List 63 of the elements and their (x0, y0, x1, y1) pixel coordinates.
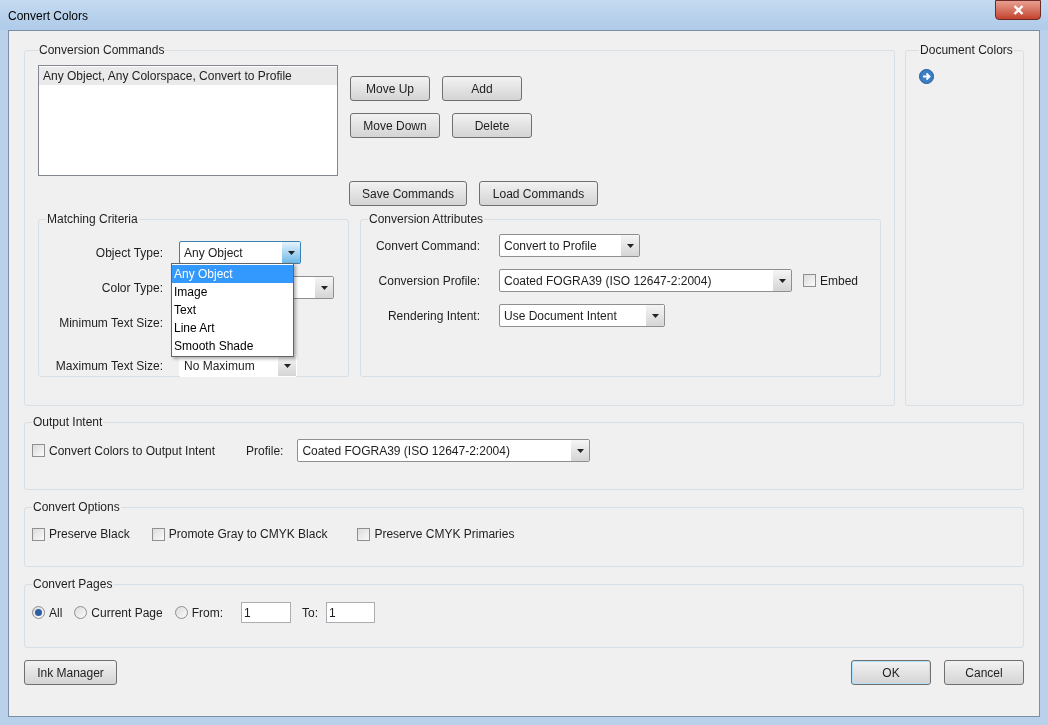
checkbox[interactable] (151, 527, 165, 541)
caret-icon (287, 250, 295, 255)
caret-icon (778, 278, 786, 283)
checkbox-label[interactable]: Preserve Black (49, 525, 130, 543)
group-title: Convert Pages (32, 576, 114, 593)
delete-button[interactable]: Delete (452, 113, 532, 138)
group-title: Output Intent (32, 414, 104, 431)
ok-button[interactable]: OK (851, 660, 931, 685)
dropdown-option[interactable]: Text (172, 301, 293, 319)
checkbox-label[interactable]: Promote Gray to CMYK Black (168, 525, 328, 543)
dropdown-option[interactable]: Image (172, 283, 293, 301)
radio-label[interactable]: Current Page (91, 603, 163, 622)
group-title: Convert Options (32, 499, 121, 516)
radio-label[interactable]: All (49, 603, 63, 622)
cancel-button[interactable]: Cancel (944, 660, 1024, 685)
checkbox[interactable] (357, 527, 371, 541)
caret-icon (626, 243, 634, 248)
dropdown-option[interactable]: Smooth Shade (172, 337, 293, 355)
caret-icon (576, 448, 584, 453)
field-label: Maximum Text Size: (54, 357, 163, 375)
field-label: Object Type: (94, 244, 163, 262)
group-title: Conversion Commands (38, 42, 166, 59)
add-button[interactable]: Add (442, 76, 522, 101)
dropdown[interactable]: Coated FOGRA39 (ISO 12647-2:2004) (499, 269, 792, 292)
checkbox-label[interactable]: Convert Colors to Output Intent (49, 441, 216, 460)
from-field[interactable]: 1 (241, 602, 292, 623)
dropdown[interactable]: Use Document Intent (499, 304, 665, 327)
radio-button[interactable] (174, 606, 188, 619)
dropdown[interactable]: Convert to Profile (499, 234, 640, 257)
window-title: Convert Colors (8, 8, 89, 25)
caret-icon (320, 285, 328, 290)
move-up-button[interactable]: Move Up (350, 76, 430, 101)
caret-icon (651, 313, 659, 318)
field-label: Color Type: (100, 279, 163, 297)
close-button[interactable] (995, 0, 1041, 20)
caret-icon (283, 363, 291, 368)
ink-manager-button[interactable]: Ink Manager (24, 660, 117, 685)
field-label: Rendering Intent: (386, 307, 480, 325)
dropdown[interactable]: Any Object (179, 241, 301, 264)
radio-button[interactable] (74, 606, 88, 619)
field-label: Minimum Text Size: (58, 314, 163, 332)
move-down-button[interactable]: Move Down (350, 113, 440, 138)
radio-label[interactable]: From: (191, 603, 224, 622)
group-title: Matching Criteria (46, 211, 139, 228)
dropdown-option[interactable]: Line Art (172, 319, 293, 337)
to-field[interactable]: 1 (326, 602, 376, 623)
field-label: To: (302, 604, 319, 622)
field-label: Conversion Profile: (377, 272, 480, 290)
checkbox[interactable] (32, 527, 45, 541)
list-item[interactable]: Any Object, Any Colorspace, Convert to Profile (39, 67, 337, 85)
checkbox-label[interactable]: Preserve CMYK Primaries (374, 525, 515, 543)
close-icon (1012, 5, 1024, 15)
save-commands-button[interactable]: Save Commands (349, 181, 467, 206)
radio-button[interactable] (32, 606, 45, 619)
dropdown[interactable]: Coated FOGRA39 (ISO 12647-2:2004) (297, 439, 591, 462)
checkbox[interactable] (32, 444, 45, 457)
field-label: Profile: (246, 442, 284, 460)
group-title: Conversion Attributes (368, 211, 485, 228)
group-title: Document Colors (919, 42, 1014, 59)
load-commands-button[interactable]: Load Commands (479, 181, 598, 206)
checkbox[interactable] (803, 274, 816, 287)
field-label: Convert Command: (374, 237, 480, 255)
checkbox-label[interactable]: Embed (820, 271, 859, 290)
